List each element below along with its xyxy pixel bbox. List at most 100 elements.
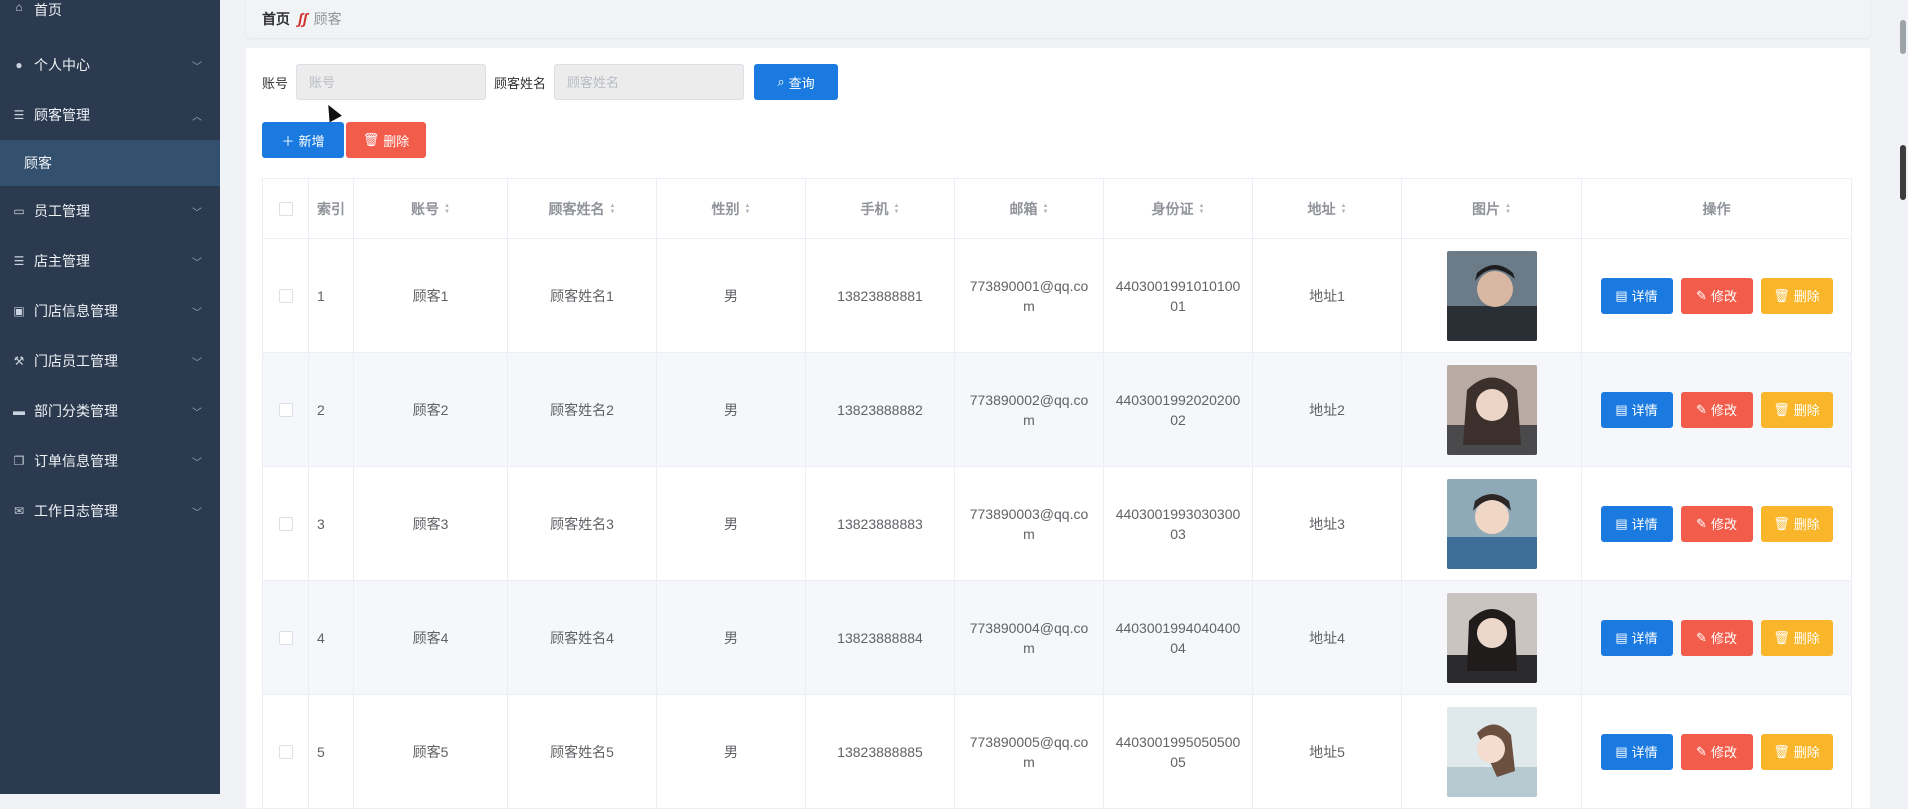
- delete-button[interactable]: 🗑 删除: [1760, 733, 1833, 770]
- customer-photo[interactable]: [1446, 706, 1537, 797]
- delete-button[interactable]: 🗑 删除: [1760, 505, 1833, 542]
- cell-name: 顾客姓名4: [508, 581, 657, 695]
- header-image[interactable]: 图片 ▲ ▼: [1402, 179, 1582, 239]
- row-select[interactable]: [263, 353, 309, 467]
- tag-icon: ▬: [13, 404, 25, 418]
- delete-label: 删除: [1793, 517, 1820, 532]
- sidebar-item-label: 首页: [34, 2, 62, 18]
- header-name[interactable]: 顾客姓名 ▲ ▼: [508, 179, 657, 239]
- row-checkbox[interactable]: [278, 516, 293, 531]
- header-address[interactable]: 地址 ▲ ▼: [1253, 179, 1402, 239]
- document-icon: ▤: [1615, 287, 1628, 303]
- chevron-down-icon: ﹀: [192, 407, 202, 419]
- sort-icon[interactable]: ▲ ▼: [1505, 203, 1511, 215]
- cell-idcard: 440300199202020002: [1104, 353, 1253, 467]
- header-email[interactable]: 邮箱 ▲ ▼: [955, 179, 1104, 239]
- sort-icon[interactable]: ▲ ▼: [745, 203, 751, 215]
- customer-photo[interactable]: [1446, 364, 1537, 455]
- cell-idcard: 440300199101010001: [1104, 239, 1253, 353]
- row-select[interactable]: [263, 239, 309, 353]
- header-account[interactable]: 账号 ▲ ▼: [354, 179, 508, 239]
- sidebar-item-store-staff-management[interactable]: ⚒ 门店员工管理 ﹀: [0, 336, 220, 386]
- sidebar-item-customer-management[interactable]: ☰ 顾客管理 ︿: [0, 90, 220, 140]
- header-select-all[interactable]: [263, 179, 309, 239]
- scrollbar-thumb[interactable]: [1900, 145, 1906, 200]
- customer-photo[interactable]: [1446, 592, 1537, 683]
- query-button[interactable]: ⌕ 查询: [754, 64, 839, 100]
- cell-email: 773890003@qq.com: [955, 467, 1104, 581]
- sidebar-item-staff-management[interactable]: ▭ 员工管理 ﹀: [0, 186, 220, 236]
- select-all-checkbox[interactable]: [278, 201, 293, 216]
- sidebar-item-owner-management[interactable]: ☰ 店主管理 ﹀: [0, 236, 220, 286]
- scrollbar-top-thumb[interactable]: [1900, 20, 1906, 54]
- cell-ops: ▤ 详情 ✎ 修改 🗑 删除: [1582, 581, 1852, 695]
- sort-icon[interactable]: ▲ ▼: [894, 203, 900, 215]
- cell-image: [1402, 581, 1582, 695]
- delete-button[interactable]: 🗑 删除: [1760, 277, 1833, 314]
- customer-photo[interactable]: [1446, 478, 1537, 569]
- sort-icon[interactable]: ▲ ▼: [610, 203, 616, 215]
- sidebar-subitem-customer[interactable]: 顾客: [0, 140, 220, 186]
- sort-icon[interactable]: ▲ ▼: [444, 203, 450, 215]
- detail-button[interactable]: ▤ 详情: [1600, 505, 1673, 542]
- row-select[interactable]: [263, 581, 309, 695]
- add-button[interactable]: ＋ 新增: [262, 122, 344, 158]
- cell-sex: 男: [657, 581, 806, 695]
- cell-phone: 13823888884: [806, 581, 955, 695]
- header-idcard[interactable]: 身份证 ▲ ▼: [1104, 179, 1253, 239]
- trash-icon: 🗑: [1773, 743, 1790, 759]
- row-checkbox[interactable]: [278, 402, 293, 417]
- edit-button[interactable]: ✎ 修改: [1680, 277, 1753, 314]
- edit-button[interactable]: ✎ 修改: [1680, 733, 1753, 770]
- edit-button[interactable]: ✎ 修改: [1680, 619, 1753, 656]
- detail-button[interactable]: ▤ 详情: [1600, 733, 1673, 770]
- list-icon: ☰: [13, 108, 25, 122]
- chat-icon: ▭: [13, 204, 25, 218]
- cell-name: 顾客姓名5: [508, 695, 657, 809]
- add-button-label: 新增: [298, 133, 325, 149]
- row-checkbox[interactable]: [278, 630, 293, 645]
- breadcrumb: 首页 ʃʃ 顾客: [246, 0, 1870, 38]
- breadcrumb-home[interactable]: 首页: [262, 9, 290, 29]
- table-row: 5 顾客5 顾客姓名5 男 13823888885 773890005@qq.c…: [263, 695, 1852, 809]
- header-phone[interactable]: 手机 ▲ ▼: [806, 179, 955, 239]
- sort-icon[interactable]: ▲ ▼: [1341, 203, 1347, 215]
- row-checkbox[interactable]: [278, 288, 293, 303]
- row-checkbox[interactable]: [278, 744, 293, 759]
- row-select[interactable]: [263, 467, 309, 581]
- account-search-input[interactable]: [296, 64, 487, 100]
- sort-icon[interactable]: ▲ ▼: [1043, 203, 1049, 215]
- search-icon: ⌕: [777, 74, 785, 89]
- delete-button[interactable]: 🗑 删除: [1760, 619, 1833, 656]
- sidebar-item-work-log-management[interactable]: ✉ 工作日志管理 ﹀: [0, 486, 220, 536]
- sidebar-item-personal-center[interactable]: ● 个人中心 ﹀: [0, 40, 220, 90]
- sidebar-item-home[interactable]: ⌂ 首页: [0, 0, 220, 20]
- sort-icon[interactable]: ▲ ▼: [1199, 203, 1205, 215]
- sidebar-item-label: 门店员工管理: [34, 353, 118, 369]
- page-scrollbar[interactable]: [1898, 0, 1906, 794]
- header-sex[interactable]: 性别 ▲ ▼: [657, 179, 806, 239]
- cell-address: 地址2: [1253, 353, 1402, 467]
- detail-button[interactable]: ▤ 详情: [1600, 391, 1673, 428]
- document-icon: ▤: [1615, 629, 1628, 645]
- batch-delete-button[interactable]: 🗑 删除: [346, 122, 426, 158]
- sidebar-item-store-info-management[interactable]: ▣ 门店信息管理 ﹀: [0, 286, 220, 336]
- detail-button[interactable]: ▤ 详情: [1600, 277, 1673, 314]
- row-select[interactable]: [263, 695, 309, 809]
- action-bar: ＋ 新增 🗑 删除: [262, 122, 426, 158]
- edit-button[interactable]: ✎ 修改: [1680, 505, 1753, 542]
- table-row: 3 顾客3 顾客姓名3 男 13823888883 773890003@qq.c…: [263, 467, 1852, 581]
- edit-label: 修改: [1710, 289, 1737, 304]
- delete-label: 删除: [1793, 631, 1820, 646]
- cell-address: 地址1: [1253, 239, 1402, 353]
- document-icon: ▤: [1615, 515, 1628, 531]
- customer-name-search-input[interactable]: [554, 64, 745, 100]
- detail-button[interactable]: ▤ 详情: [1600, 619, 1673, 656]
- sidebar-item-label: 个人中心: [34, 57, 90, 73]
- customer-photo[interactable]: [1446, 250, 1537, 341]
- cell-image: [1402, 695, 1582, 809]
- edit-button[interactable]: ✎ 修改: [1680, 391, 1753, 428]
- sidebar-item-order-info-management[interactable]: ❐ 订单信息管理 ﹀: [0, 436, 220, 486]
- sidebar-item-department-category-management[interactable]: ▬ 部门分类管理 ﹀: [0, 386, 220, 436]
- delete-button[interactable]: 🗑 删除: [1760, 391, 1833, 428]
